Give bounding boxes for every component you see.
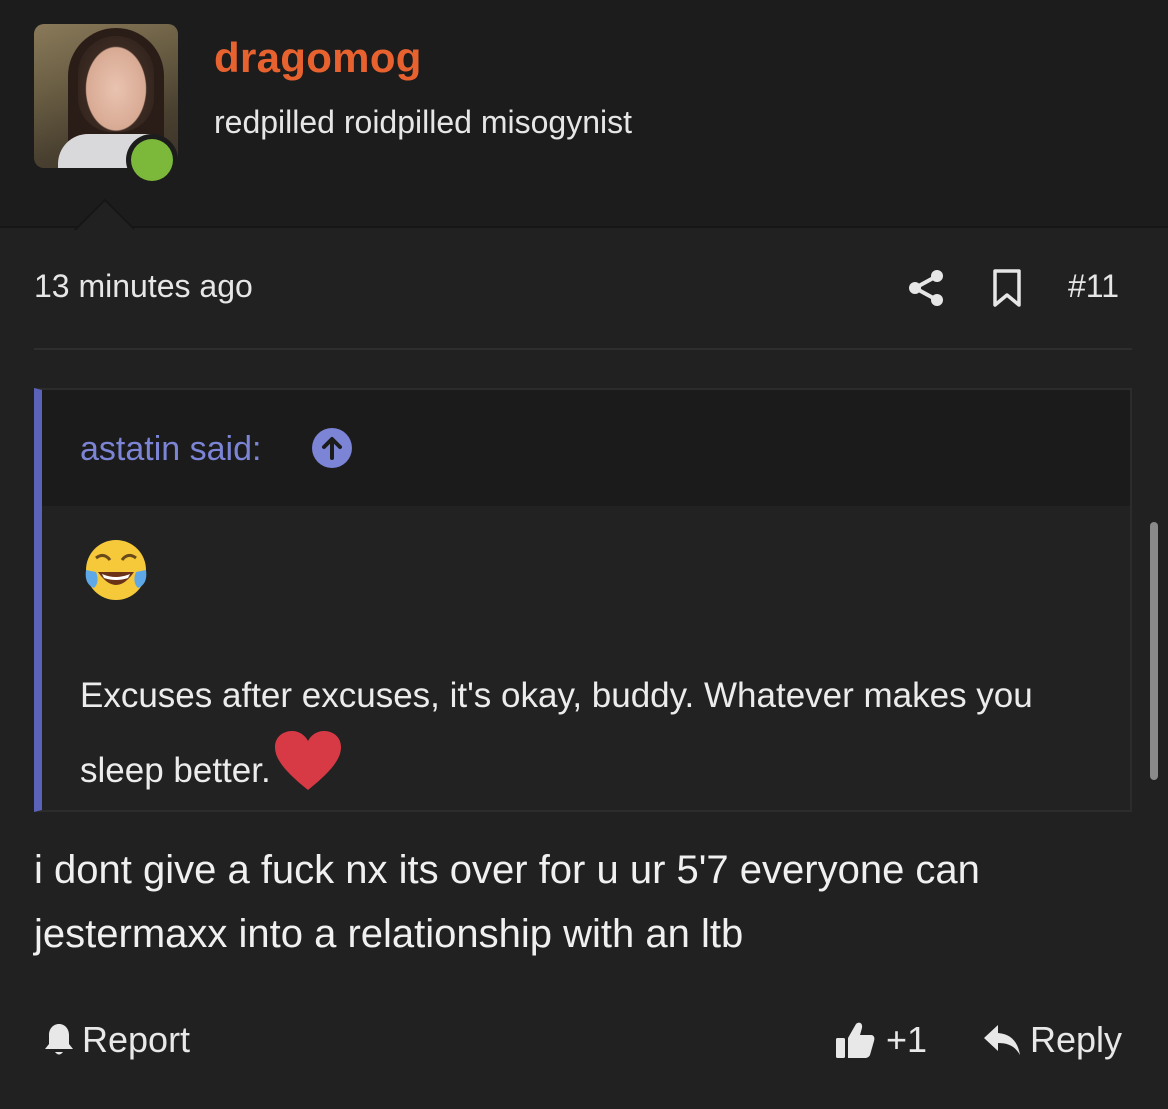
user-title: redpilled roidpilled misogynist	[214, 104, 632, 140]
like-button[interactable]: +1	[834, 1018, 927, 1062]
quote-text: Excuses after excuses, it's okay, buddy.…	[80, 662, 1100, 805]
reply-arrow-icon	[984, 1025, 1020, 1055]
post-timestamp[interactable]: 13 minutes ago	[34, 268, 253, 305]
online-status-indicator	[126, 134, 178, 186]
username[interactable]: dragomog	[214, 34, 422, 82]
arrow-up-circle-icon[interactable]	[312, 428, 352, 468]
report-button[interactable]: Report	[42, 1018, 190, 1062]
like-count: +1	[886, 1019, 928, 1060]
share-icon[interactable]	[906, 268, 946, 308]
meta-divider	[34, 348, 1132, 350]
post-author-header: dragomog redpilled roidpilled misogynist	[0, 0, 1168, 228]
quote-header: astatin said:	[42, 390, 1130, 506]
header-pointer	[72, 198, 134, 230]
post-message: i dont give a fuck nx its over for u ur …	[34, 848, 980, 956]
reply-button[interactable]: Reply	[982, 1018, 1122, 1062]
thumbs-up-icon	[836, 1022, 875, 1058]
bookmark-icon[interactable]	[990, 268, 1024, 308]
post-number[interactable]: #11	[1068, 268, 1119, 305]
face-with-tears-of-joy-emoji	[85, 540, 147, 600]
quote-block: astatin said: Excuses after excuses, it'…	[34, 388, 1132, 812]
report-label: Report	[82, 1019, 191, 1060]
red-heart-emoji	[274, 731, 341, 790]
quote-author[interactable]: astatin said:	[80, 430, 261, 469]
quote-text-content: Excuses after excuses, it's okay, buddy.…	[80, 676, 1033, 790]
avatar-face	[78, 36, 154, 132]
scrollbar[interactable]	[1150, 522, 1158, 780]
reply-label: Reply	[1030, 1019, 1123, 1060]
bell-icon	[45, 1024, 73, 1055]
